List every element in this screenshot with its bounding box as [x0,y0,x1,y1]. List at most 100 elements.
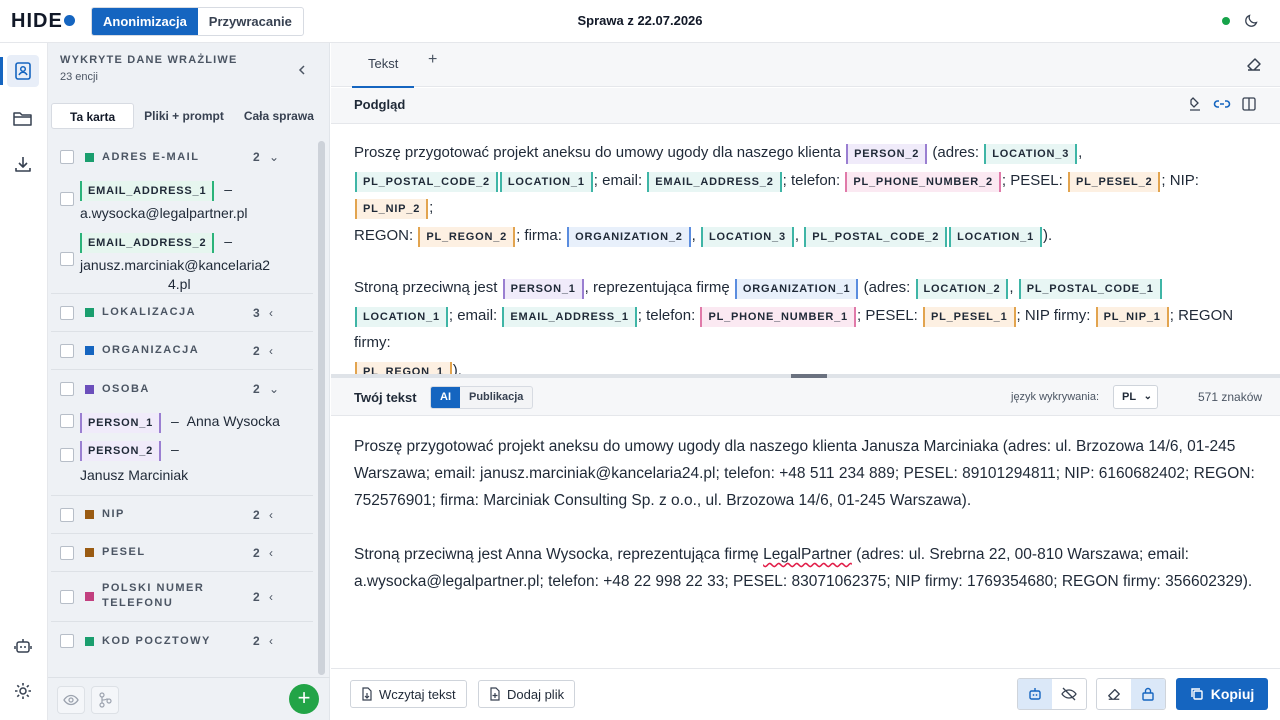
highlighter-icon[interactable] [1187,96,1203,117]
category-nip[interactable]: NIP 2 ‹ [51,496,313,534]
visibility-eye-icon[interactable] [57,686,85,714]
lock-icon[interactable] [1131,679,1165,709]
category-checkbox[interactable] [60,343,74,358]
category-organizacja[interactable]: ORGANIZACJA 2 ‹ [51,332,313,370]
scope-tabs: Ta karta Pliki + prompt Cała sprawa [51,103,324,129]
language-label: język wykrywania: [1011,391,1100,403]
category-phone[interactable]: POLSKI NUMER TELEFONU 2 ‹ [51,572,313,622]
entity-row[interactable]: PERSON_1 – Anna Wysocka [51,408,313,436]
category-checkbox[interactable] [60,507,74,522]
load-text-button[interactable]: Wczytaj tekst [350,680,467,708]
main-panel: Tekst + Podgląd Proszę przygotować proje… [331,43,1280,720]
preview-paragraph-2: Stroną przeciwną jest PERSON_1, reprezen… [354,274,1264,384]
chevron-down-icon[interactable]: ⌄ [269,382,279,396]
category-color-swatch [85,636,94,646]
source-paragraph-2: Stroną przeciwną jest Anna Wysocka, repr… [354,546,1253,590]
category-email[interactable]: ADRES E-MAIL 2 ⌄ [51,138,313,176]
chevron-left-icon[interactable]: ‹ [269,546,273,560]
chevron-down-icon: ⌄ [1143,391,1152,402]
chevron-left-icon[interactable]: ‹ [269,344,273,358]
your-text-title: Twój tekst [354,390,417,405]
preview-title: Podgląd [354,97,406,112]
category-color-swatch [85,384,94,394]
chevron-left-icon[interactable]: ‹ [269,306,273,320]
sidebar-title: WYKRYTE DANE WRAŻLIWE [60,54,238,66]
add-entity-button[interactable]: + [289,684,319,714]
category-color-swatch [85,592,94,601]
chevron-left-icon[interactable]: ‹ [269,634,273,648]
category-checkbox[interactable] [60,589,74,604]
preview-paragraph-1: Proszę przygotować projekt aneksu do umo… [354,139,1264,249]
dark-mode-toggle-icon[interactable] [1244,12,1260,33]
entity-row[interactable]: EMAIL_ADDRESS_2 – janusz.marciniak@kance… [51,228,313,294]
clear-lock-group [1096,678,1166,710]
entity-checkbox[interactable] [60,252,74,266]
case-title: Sprawa z 22.07.2026 [577,13,703,28]
eye-off-icon[interactable] [1052,679,1086,709]
icon-rail [0,43,48,720]
entity-checkbox[interactable] [60,192,74,206]
preview-header: Podgląd [331,88,1280,124]
folder-icon[interactable] [7,102,39,134]
output-mode-toggle: AI Publikacja [430,386,534,409]
tab-cala-sprawa[interactable]: Cała sprawa [234,103,324,129]
copy-button[interactable]: Kopiuj [1176,678,1268,710]
sidebar-scrollbar[interactable] [318,141,325,675]
category-checkbox[interactable] [60,634,74,648]
language-select[interactable]: PL ⌄ [1113,385,1158,409]
category-pesel[interactable]: PESEL 2 ‹ [51,534,313,572]
eraser-icon[interactable] [1097,679,1131,709]
category-color-swatch [85,510,94,519]
tab-ta-karta[interactable]: Ta karta [51,103,135,129]
your-text-header: Twój tekst AI Publikacja język wykrywani… [331,378,1280,416]
entities-icon[interactable] [0,55,39,87]
eraser-icon[interactable] [1245,56,1263,77]
category-lokalizacja[interactable]: LOKALIZACJA 3 ‹ [51,294,313,332]
status-indicator [1222,17,1230,25]
robot-icon[interactable] [1018,679,1052,709]
collapse-sidebar-icon[interactable] [297,63,307,81]
download-icon[interactable] [7,148,39,180]
add-tab-button[interactable]: + [428,51,437,69]
category-checkbox[interactable] [60,545,74,560]
document-tabs: Tekst + [331,43,1280,88]
add-file-button[interactable]: Dodaj plik [478,680,576,708]
source-text-editor[interactable]: Proszę przygotować projekt aneksu do umo… [354,433,1269,622]
category-color-swatch [85,152,94,162]
tab-tekst[interactable]: Tekst [352,54,415,88]
chevron-down-icon[interactable]: ⌄ [269,150,279,164]
tab-pliki-prompt[interactable]: Pliki + prompt [134,103,234,129]
merge-branch-icon[interactable] [91,686,119,714]
category-checkbox[interactable] [60,382,74,396]
entity-row[interactable]: EMAIL_ADDRESS_1 – a.wysocka@legalpartner… [51,176,313,228]
category-kod-pocztowy[interactable]: KOD POCZTOWY 2 ‹ [51,622,313,660]
category-color-swatch [85,308,94,317]
category-list: ADRES E-MAIL 2 ⌄ EMAIL_ADDRESS_1 – a.wys… [51,138,313,660]
toggle-publikacja[interactable]: Publikacja [460,387,532,408]
category-color-swatch [85,346,94,355]
entity-row[interactable]: PERSON_2 – Janusz Marciniak [51,436,313,496]
category-checkbox[interactable] [60,150,74,164]
category-checkbox[interactable] [60,305,74,320]
toggle-ai[interactable]: AI [431,387,460,408]
category-osoba[interactable]: OSOBA 2 ⌄ [51,370,313,408]
category-color-swatch [85,548,94,557]
char-count: 571 znaków [1198,390,1263,404]
settings-gear-icon[interactable] [7,675,39,707]
split-view-icon[interactable] [1241,96,1257,117]
entities-sidebar: WYKRYTE DANE WRAŻLIWE 23 encji Ta karta … [48,43,330,720]
top-bar: HIDE Anonimizacja Przywracanie Sprawa z … [0,0,1280,43]
chevron-left-icon[interactable]: ‹ [269,508,273,522]
entity-count: 23 encji [60,71,98,83]
entity-checkbox[interactable] [60,414,74,428]
ai-visibility-group [1017,678,1087,710]
robot-icon[interactable] [7,630,39,662]
bottom-toolbar: Wczytaj tekst Dodaj plik Kopiuj [331,668,1280,720]
spellcheck-word: LegalPartner [763,546,852,563]
sidebar-footer: + [48,677,330,720]
chevron-left-icon[interactable]: ‹ [269,590,273,604]
link-icon[interactable] [1213,96,1231,117]
anonymized-preview: Proszę przygotować projekt aneksu do umo… [354,139,1264,409]
entity-checkbox[interactable] [60,448,74,462]
source-paragraph-1: Proszę przygotować projekt aneksu do umo… [354,438,1255,509]
